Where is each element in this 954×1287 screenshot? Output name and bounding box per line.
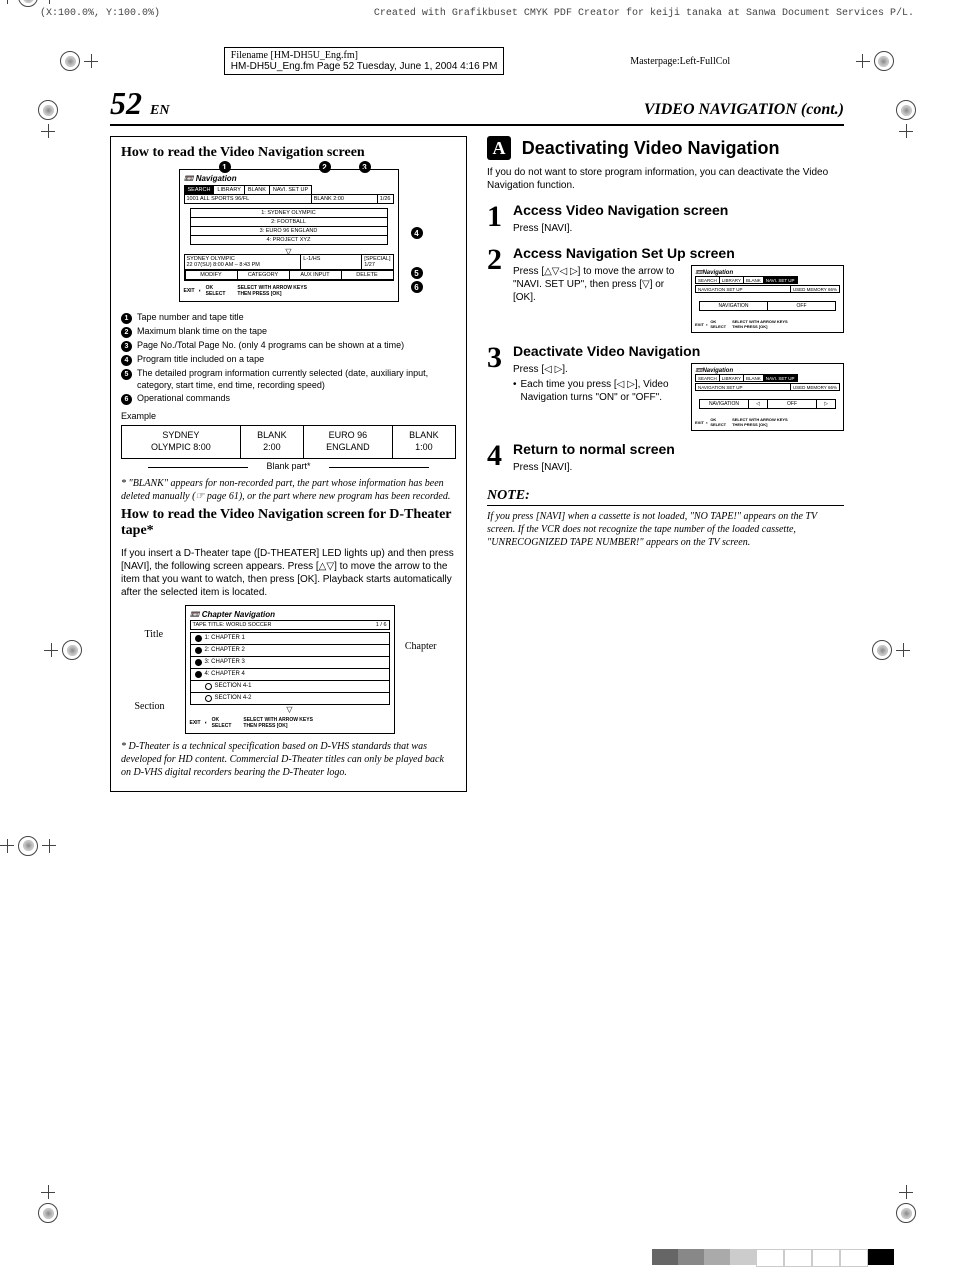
side-mark: [872, 640, 910, 660]
page-number: 52: [110, 85, 142, 121]
example-table: SYDNEYOLYMPIC 8:00 BLANK2:00 EURO 96ENGL…: [121, 425, 456, 458]
step-4: 4 Return to normal screen Press [NAVI].: [487, 441, 844, 474]
nav-wheel-icon: ◐: [199, 288, 202, 294]
note-heading: NOTE:: [487, 488, 844, 506]
box1-title: How to read the Video Navigation screen: [121, 145, 456, 161]
corner-mark: [896, 1185, 916, 1223]
step-1: 1 Access Video Navigation screen Press […: [487, 202, 844, 235]
box2-title: How to read the Video Navigation screen …: [121, 507, 456, 539]
side-mark: [44, 640, 82, 660]
deactivate-title: Deactivating Video Navigation: [522, 138, 780, 158]
page-header: 52 EN VIDEO NAVIGATION (cont.): [110, 85, 844, 126]
note-text: If you press [NAVI] when a cassette is n…: [487, 510, 844, 549]
page-lang: EN: [150, 103, 169, 118]
corner-mark: [38, 100, 58, 138]
filename: Filename [HM-DH5U_Eng.fm]: [231, 50, 498, 61]
corner-mark: [896, 100, 916, 138]
step-3: 3 Deactivate Video Navigation Press [◁ ▷…: [487, 343, 844, 431]
section-title: VIDEO NAVIGATION (cont.): [644, 101, 844, 119]
corner-mark: [38, 1185, 58, 1223]
callout-4: 4: [411, 227, 423, 239]
callout-6: 6: [411, 281, 423, 293]
footnote-2: * D-Theater is a technical specification…: [121, 740, 456, 779]
nav-wheel-icon: ◐: [205, 720, 208, 726]
doc-header: Filename [HM-DH5U_Eng.fm] HM-DH5U_Eng.fm…: [60, 47, 894, 75]
callout-5: 5: [411, 267, 423, 279]
step-2: 2 Access Navigation Set Up screen Press …: [487, 245, 844, 333]
box2-para: If you insert a D-Theater tape ([D-THEAT…: [121, 547, 456, 599]
section-letter: A: [487, 136, 511, 160]
box-how-to-read: How to read the Video Navigation screen …: [110, 136, 467, 792]
meta-right: Created with Grafikbuset CMYK PDF Creato…: [374, 8, 914, 19]
bottom-register-mark: [0, 836, 954, 856]
header-line: HM-DH5U_Eng.fm Page 52 Tuesday, June 1, …: [231, 61, 498, 72]
down-arrow-icon: ▽: [190, 707, 390, 713]
example-label: Example: [121, 411, 456, 421]
blank-part-label: Blank part*: [121, 461, 456, 471]
intro-text: If you do not want to store program info…: [487, 166, 844, 192]
footnote-1: * "BLANK" appears for non-recorded part,…: [121, 477, 456, 503]
meta-left: (X:100.0%, Y:100.0%): [40, 8, 160, 19]
legend-list: 1Tape number and tape title 2Maximum bla…: [121, 312, 456, 405]
masterpage: Masterpage:Left-FullCol: [630, 56, 730, 67]
mini-osd-toggle: 📼Navigation SEARCH LIBRARY BLANK NAVI. S…: [691, 363, 844, 431]
osd-chapter-nav: 📼 Chapter Navigation TAPE TITLE: WORLD S…: [185, 605, 395, 734]
osd-navigation: 📼 Navigation SEARCH LIBRARY BLANK NAVI. …: [179, 169, 399, 302]
top-register-mark: [0, 0, 954, 7]
color-bar: [652, 1249, 894, 1265]
mini-osd-setup: 📼Navigation SEARCH LIBRARY BLANK NAVI. S…: [691, 265, 844, 333]
